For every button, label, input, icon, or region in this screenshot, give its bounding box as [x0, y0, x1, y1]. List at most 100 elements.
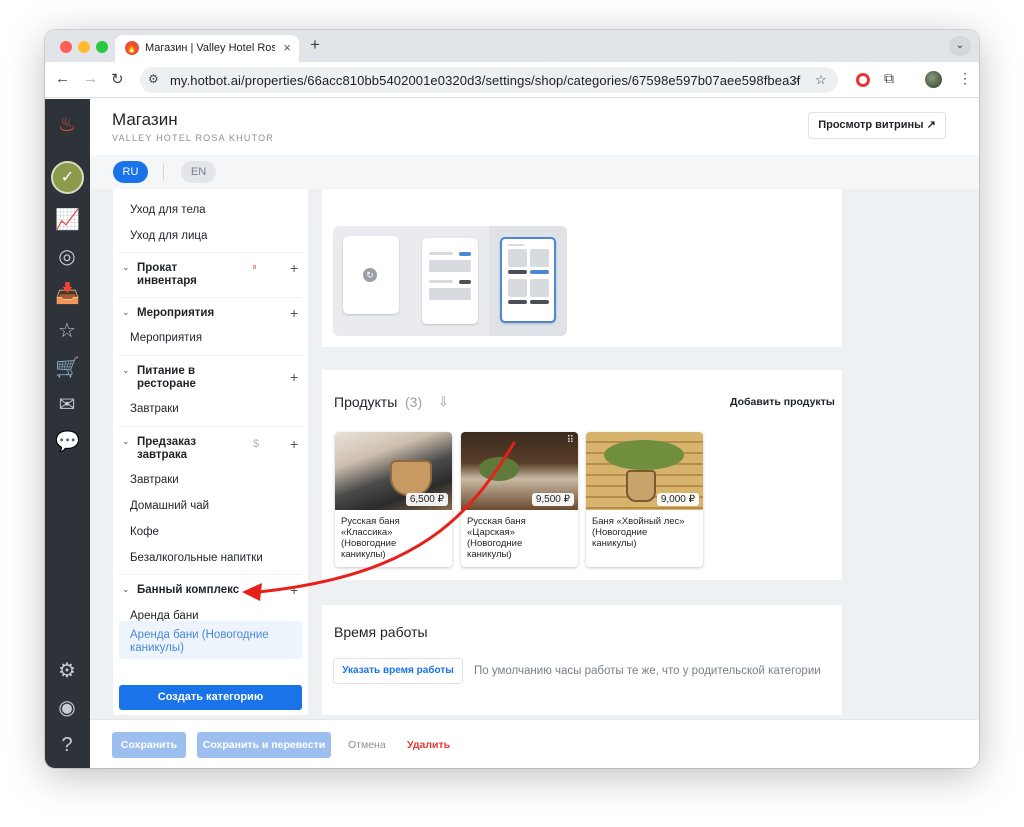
page-title: Магазин [112, 110, 178, 129]
selected-category-item[interactable]: Аренда бани (Новогодние каникулы) [130, 629, 269, 655]
lang-en-button[interactable]: EN [181, 161, 216, 183]
lang-ru-button[interactable]: RU [113, 161, 148, 183]
opera-extension-icon[interactable] [856, 73, 870, 87]
layout-option-list[interactable] [422, 238, 478, 324]
user-profile-icon[interactable]: ◉ [55, 696, 79, 720]
category-item[interactable]: Завтраки [130, 403, 179, 415]
chevron-down-icon[interactable]: ⌄ [122, 262, 130, 273]
app: ♨ ✓ 📈 ◎ 📥 ☆ 🛒 ✉ 💬 ⚙ ◉ ? Магазин VALLEY H… [45, 99, 979, 768]
product-name: Русская баня «Царская» (Новогодние каник… [467, 516, 526, 560]
products-card: Продукты (3) ⇩ Добавить продукты 6,500 ₽… [322, 370, 842, 580]
category-group-rental[interactable]: ⌄ Прокат инвентаря ⏸ + [119, 260, 302, 288]
reviews-star-icon[interactable]: ☆ [55, 319, 79, 343]
category-group-restaurant[interactable]: ⌄ Питание в ресторане + [119, 365, 302, 391]
forward-arrow-icon[interactable]: → [83, 70, 98, 87]
layout-selector-card: ↻ [322, 189, 842, 347]
save-button[interactable]: Сохранить [112, 732, 186, 758]
address-bar[interactable]: ⚙ my.hotbot.ai/properties/66acc810bb5402… [140, 67, 838, 93]
category-group-bath[interactable]: ⌄ Банный комплекс + [119, 582, 302, 598]
add-subcategory-plus-icon[interactable]: + [290, 369, 298, 385]
product-card[interactable]: 9,000 ₽ Баня «Хвойный лес» (Новогодние к… [586, 432, 703, 567]
category-group-label: Прокат инвентаря [137, 262, 197, 287]
tab-search-menu-button[interactable]: ⌄ [949, 36, 971, 56]
new-tab-button[interactable]: + [310, 35, 320, 55]
minimize-window-button[interactable] [78, 41, 90, 53]
category-item[interactable]: Уход для тела [130, 204, 206, 216]
url-text[interactable]: my.hotbot.ai/properties/66acc810bb540200… [170, 73, 800, 88]
chat-bubble-icon[interactable]: 💬 [55, 430, 80, 454]
profile-avatar[interactable] [925, 71, 942, 88]
price-dollar-icon: $ [253, 438, 260, 450]
help-question-icon[interactable]: ? [55, 733, 79, 757]
zoom-icon[interactable]: ⌕ [792, 72, 799, 88]
add-subcategory-plus-icon[interactable]: + [290, 436, 298, 452]
property-avatar[interactable]: ✓ [51, 161, 84, 194]
chevron-down-icon[interactable]: ⌄ [122, 307, 130, 318]
drag-handle-icon[interactable]: ⠿ [567, 435, 574, 446]
category-group-events[interactable]: ⌄ Мероприятия + [119, 305, 302, 321]
analytics-chart-icon[interactable]: 📈 [55, 208, 80, 232]
price-badge: 6,500 ₽ [405, 493, 448, 506]
save-and-translate-button[interactable]: Сохранить и перевести [197, 732, 331, 758]
category-item[interactable]: Домашний чай [130, 500, 209, 512]
cancel-button[interactable]: Отмена [348, 739, 386, 751]
tab-close-icon[interactable]: × [283, 40, 291, 55]
tasks-check-icon[interactable]: ◎ [55, 245, 79, 269]
shop-cart-icon[interactable]: 🛒 [55, 356, 80, 380]
lang-divider [163, 163, 164, 181]
category-item[interactable]: Уход для лица [130, 230, 207, 242]
delete-button[interactable]: Удалить [407, 739, 450, 751]
preview-storefront-button[interactable]: Просмотр витрины ↗ [808, 112, 946, 139]
tab-title: Магазин | Valley Hotel Rosa K [145, 42, 275, 54]
set-working-hours-button[interactable]: Указать время работы [333, 658, 463, 684]
bookmark-star-icon[interactable]: ☆ [815, 72, 827, 88]
product-card[interactable]: 6,500 ₽ Русская баня «Классика» (Новогод… [335, 432, 452, 567]
product-card[interactable]: ⠿ 9,500 ₽ Русская баня «Царская» (Нового… [461, 432, 578, 567]
reload-icon[interactable]: ↻ [111, 70, 124, 88]
mailing-envelope-icon[interactable]: ✉ [55, 393, 79, 417]
category-group-label: Банный комплекс [137, 584, 240, 596]
category-item[interactable]: Завтраки [130, 474, 179, 486]
hotbot-flame-logo-icon[interactable]: ♨ [55, 113, 79, 137]
working-hours-card: Время работы Указать время работы По умо… [322, 605, 842, 715]
add-subcategory-plus-icon[interactable]: + [290, 260, 298, 276]
add-products-button[interactable]: Добавить продукты [730, 396, 835, 408]
inbox-icon[interactable]: 📥 [55, 282, 80, 306]
pause-icon: ⏸ [252, 262, 257, 273]
divider [119, 574, 302, 575]
wooden-bucket-image [390, 460, 432, 496]
working-hours-title: Время работы [334, 624, 428, 640]
category-item[interactable]: Мероприятия [130, 332, 202, 344]
refresh-icon: ↻ [363, 268, 377, 282]
category-group-label: Предзаказ завтрака [137, 436, 197, 461]
settings-gear-icon[interactable]: ⚙ [55, 659, 79, 683]
browser-toolbar: ← → ↻ ⚙ my.hotbot.ai/properties/66acc810… [45, 62, 979, 98]
chevron-down-icon[interactable]: ⌄ [122, 436, 130, 447]
tab-bar: 🔥 Магазин | Valley Hotel Rosa K × + ⌄ [45, 30, 979, 62]
pine-branches-image [604, 440, 684, 470]
extensions-puzzle-icon[interactable]: ⧉ [884, 70, 894, 87]
category-item[interactable]: Безалкогольные напитки [130, 552, 263, 564]
layout-option-single[interactable]: ↻ [343, 236, 399, 314]
back-arrow-icon[interactable]: ← [55, 70, 70, 87]
close-window-button[interactable] [60, 41, 72, 53]
divider [119, 297, 302, 298]
category-item[interactable]: Кофе [130, 526, 159, 538]
chevron-down-icon[interactable]: ⌄ [122, 365, 130, 376]
product-name: Русская баня «Классика» (Новогодние кани… [341, 516, 400, 560]
browser-tab[interactable]: 🔥 Магазин | Valley Hotel Rosa K × [115, 35, 299, 62]
layout-option-grid[interactable] [500, 237, 556, 323]
flame-favicon-icon: 🔥 [125, 41, 139, 55]
add-subcategory-plus-icon[interactable]: + [290, 582, 298, 598]
chevron-down-icon[interactable]: ⌄ [122, 584, 130, 595]
download-icon[interactable]: ⇩ [438, 394, 449, 410]
category-group-preorder[interactable]: ⌄ Предзаказ завтрака $ + [119, 436, 302, 462]
site-info-icon[interactable]: ⚙ [148, 72, 159, 86]
maximize-window-button[interactable] [96, 41, 108, 53]
category-panel: Уход для тела Уход для лица ⌄ Прокат инве… [113, 189, 308, 715]
language-switcher: RU EN [90, 155, 979, 189]
products-title: Продукты [334, 394, 398, 410]
add-subcategory-plus-icon[interactable]: + [290, 305, 298, 321]
browser-menu-icon[interactable]: ⋮ [958, 70, 972, 87]
create-category-button[interactable]: Создать категорию [119, 685, 302, 710]
